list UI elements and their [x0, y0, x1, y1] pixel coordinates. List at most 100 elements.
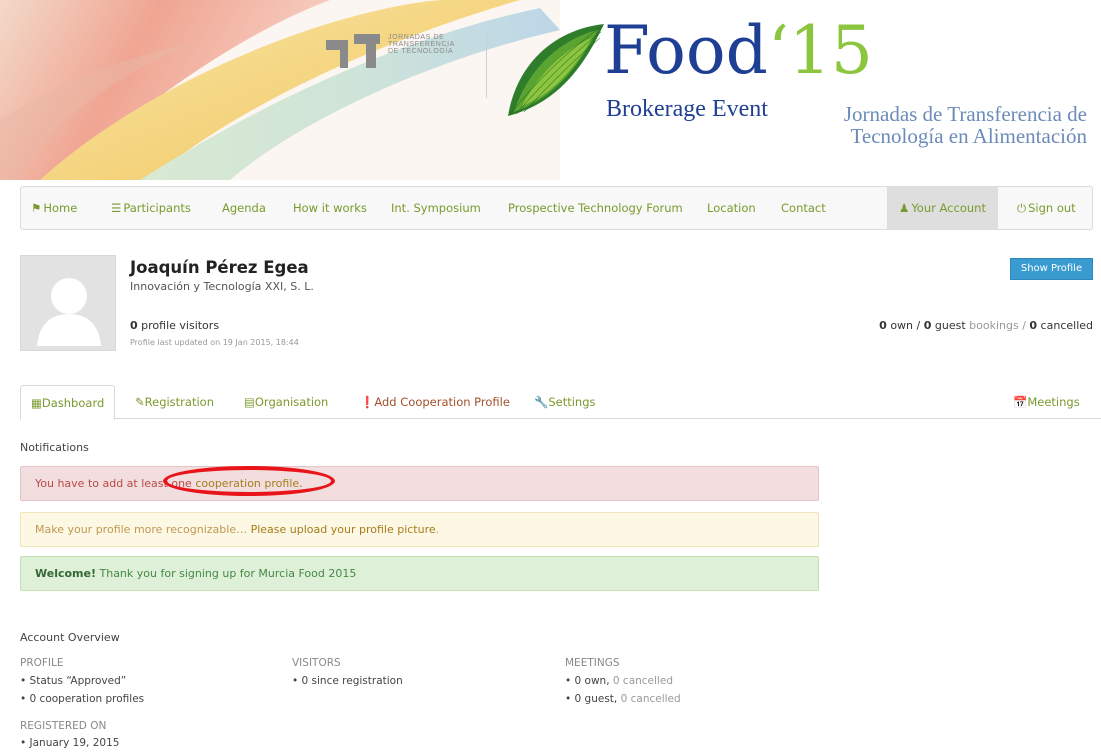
event-subtitle: Jornadas de Transferencia de Tecnología … — [844, 103, 1087, 147]
jornadas-logo-line: JORNADAS DE — [388, 34, 445, 41]
nav-technology-forum[interactable]: Prospective Technology Forum — [508, 187, 683, 229]
leaf-logo-icon — [508, 24, 604, 116]
header-banner: JORNADAS DE TRANSFERENCIA DE TECNOLOGÍA … — [0, 0, 1101, 180]
bookings-own-count: 0 — [879, 319, 887, 332]
nav-agenda[interactable]: Agenda — [222, 187, 266, 229]
jornadas-logo-mark — [326, 34, 380, 68]
alert-success-text: Thank you for signing up for Murcia Food… — [96, 567, 357, 580]
building-icon: ▤ — [244, 395, 255, 409]
overview-meetings-heading: MEETINGS — [565, 657, 620, 669]
overview-visitors-line: • 0 since registration — [292, 675, 403, 687]
nav-home[interactable]: ⚑ Home — [31, 187, 77, 229]
meetings-own-text: • 0 own, — [565, 675, 613, 687]
nav-sign-out-label: Sign out — [1028, 201, 1076, 215]
home-icon: ⚑ — [31, 201, 42, 215]
tab-settings-label: Settings — [548, 395, 596, 409]
wrench-icon: 🔧 — [534, 395, 549, 409]
alert-circle-icon: ❗ — [360, 395, 375, 409]
highlight-annotation-ellipse — [163, 466, 335, 496]
calendar-icon: 📅 — [1013, 395, 1028, 409]
alert-upload-picture: Make your profile more recognizable… Ple… — [20, 512, 819, 547]
overview-meetings-own: • 0 own, 0 cancelled — [565, 675, 673, 687]
default-avatar-icon — [37, 278, 101, 346]
nav-your-account[interactable]: ♟ Your Account — [887, 187, 998, 229]
tab-settings[interactable]: 🔧Settings — [524, 385, 606, 419]
tab-meetings[interactable]: 📅Meetings — [1003, 385, 1090, 419]
logo-divider — [486, 34, 487, 98]
event-subtitle-line: Jornadas de Transferencia de — [843, 102, 1087, 126]
nav-symposium[interactable]: Int. Symposium — [391, 187, 481, 229]
show-profile-button[interactable]: Show Profile — [1010, 258, 1093, 280]
jornadas-logo: JORNADAS DE TRANSFERENCIA DE TECNOLOGÍA — [326, 34, 455, 68]
upload-picture-link[interactable]: Please upload your profile picture — [251, 523, 436, 536]
alert-add-cooperation-profile: You have to add at least one cooperation… — [20, 466, 819, 501]
overview-profile-heading: PROFILE — [20, 657, 64, 669]
alert-welcome: Welcome! Thank you for signing up for Mu… — [20, 556, 819, 591]
profile-visitors-label: profile visitors — [137, 319, 220, 332]
bookings-guest-label: guest — [931, 319, 966, 332]
profile-last-updated: Profile last updated on 19 Jan 2015, 18:… — [130, 338, 299, 347]
food-year: ‘15 — [767, 12, 873, 89]
overview-registered-heading: REGISTERED ON — [20, 720, 107, 732]
nav-location-label: Location — [707, 201, 756, 215]
alert-warning-text: Make your profile more recognizable… — [35, 523, 251, 536]
overview-registered-date: • January 19, 2015 — [20, 737, 120, 749]
bookings-summary: 0 own / 0 guest bookings / 0 cancelled — [879, 319, 1093, 332]
overview-profile-coop: • 0 cooperation profiles — [20, 693, 145, 705]
meetings-own-cancelled: 0 cancelled — [612, 675, 673, 687]
tab-meetings-label: Meetings — [1027, 395, 1080, 409]
event-subtitle-line: Tecnología en Alimentación — [850, 124, 1087, 148]
nav-agenda-label: Agenda — [222, 201, 266, 215]
banner-swoosh-graphic — [0, 0, 560, 180]
meetings-guest-text: • 0 guest, — [565, 693, 621, 705]
tab-add-cooperation-profile-label: Add Cooperation Profile — [374, 395, 510, 409]
list-icon: ☰ — [111, 201, 122, 215]
tab-organisation[interactable]: ▤Organisation — [234, 385, 338, 419]
tab-registration-label: Registration — [144, 395, 214, 409]
power-icon: ⏻ — [1017, 201, 1027, 215]
dashboard-icon: ▦ — [31, 396, 42, 410]
nav-contact[interactable]: Contact — [781, 187, 826, 229]
notifications-title: Notifications — [20, 441, 89, 454]
profile-name: Joaquín Pérez Egea — [130, 258, 309, 277]
nav-participants-label: Participants — [123, 201, 191, 215]
tab-dashboard[interactable]: ▦Dashboard — [20, 385, 116, 420]
profile-visitors-count: 0 — [130, 319, 138, 332]
edit-icon: ✎ — [135, 395, 145, 409]
brokerage-event-label: Brokerage Event — [606, 96, 768, 122]
jornadas-logo-line: TRANSFERENCIA — [388, 41, 455, 48]
jornadas-logo-line: DE TECNOLOGÍA — [388, 48, 454, 55]
bookings-word: bookings / — [965, 319, 1030, 332]
tab-organisation-label: Organisation — [254, 395, 329, 409]
main-navbar: ⚑ Home ☰ Participants Agenda How it works … — [20, 186, 1093, 230]
tab-add-cooperation-profile[interactable]: ❗Add Cooperation Profile — [350, 385, 520, 419]
food-word: Food — [604, 12, 768, 89]
alert-warning-suffix: . — [435, 523, 440, 536]
alert-success-bold: Welcome! — [35, 567, 96, 580]
nav-participants[interactable]: ☰ Participants — [111, 187, 191, 229]
overview-profile-status: • Status “Approved” — [20, 675, 127, 687]
bookings-cancelled-label: cancelled — [1037, 319, 1093, 332]
nav-home-label: Home — [43, 201, 78, 215]
meetings-guest-cancelled: 0 cancelled — [620, 693, 681, 705]
nav-your-account-label: Your Account — [911, 201, 986, 215]
nav-sign-out[interactable]: ⏻ Sign out — [1017, 187, 1076, 229]
overview-visitors-heading: VISITORS — [292, 657, 341, 669]
nav-contact-label: Contact — [781, 201, 826, 215]
food15-title: Food‘15 — [604, 14, 873, 88]
nav-location[interactable]: Location — [707, 187, 756, 229]
overview-meetings-guest: • 0 guest, 0 cancelled — [565, 693, 681, 705]
bookings-cancelled-count: 0 — [1029, 319, 1038, 332]
profile-visitors: 0 profile visitors — [130, 319, 219, 332]
account-overview-title: Account Overview — [20, 631, 120, 644]
nav-symposium-label: Int. Symposium — [391, 201, 481, 215]
avatar — [20, 255, 116, 351]
user-icon: ♟ — [899, 201, 910, 215]
nav-how-it-works-label: How it works — [293, 201, 367, 215]
nav-how-it-works[interactable]: How it works — [293, 187, 367, 229]
bookings-own-label: own / — [886, 319, 924, 332]
profile-organisation: Innovación y Tecnología XXI, S. L. — [130, 280, 314, 293]
tab-registration[interactable]: ✎Registration — [125, 385, 224, 419]
nav-technology-forum-label: Prospective Technology Forum — [508, 201, 683, 215]
tab-dashboard-label: Dashboard — [41, 396, 105, 410]
